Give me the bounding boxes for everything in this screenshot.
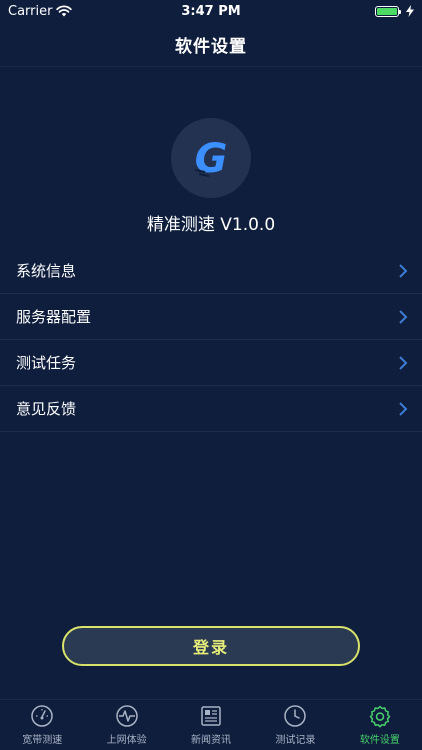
tab-label: 宽带测速 — [22, 735, 63, 746]
chevron-right-icon — [399, 309, 408, 324]
menu-item-label: 服务器配置 — [16, 308, 92, 326]
charging-icon — [406, 5, 414, 17]
tab-label: 测试记录 — [275, 735, 316, 746]
chevron-right-icon — [399, 401, 408, 416]
chevron-right-icon — [399, 263, 408, 278]
app-logo-icon: G — [195, 136, 228, 180]
carrier-label: Carrier — [8, 3, 53, 19]
battery-icon — [375, 5, 401, 17]
status-right — [375, 5, 414, 17]
tab-test-records[interactable]: 测试记录 — [253, 700, 337, 750]
tab-software-settings[interactable]: 软件设置 — [338, 700, 422, 750]
tab-bar: 宽带测速 上网体验 新闻资讯 测试记录 软件设置 — [0, 699, 422, 750]
clock-icon — [284, 705, 307, 727]
status-left: Carrier — [8, 3, 73, 19]
menu-item-label: 系统信息 — [16, 262, 77, 280]
login-button[interactable]: 登录 — [62, 626, 360, 666]
speedometer-icon — [31, 705, 53, 727]
app-name-version: 精准测速 V1.0.0 — [146, 215, 276, 235]
tab-news[interactable]: 新闻资讯 — [169, 700, 253, 750]
wifi-icon — [56, 5, 73, 17]
app-logo: G — [171, 118, 251, 198]
app-info: G 精准测速 V1.0.0 — [0, 118, 422, 235]
menu-item-system-info[interactable]: 系统信息 — [0, 248, 422, 294]
pulse-icon — [115, 705, 138, 727]
menu-item-server-config[interactable]: 服务器配置 — [0, 294, 422, 340]
menu-item-label: 意见反馈 — [16, 400, 77, 418]
tab-label: 上网体验 — [106, 735, 147, 746]
tab-label: 软件设置 — [359, 735, 400, 746]
page-title: 软件设置 — [175, 36, 247, 57]
tab-label: 新闻资讯 — [191, 735, 232, 746]
menu-item-label: 测试任务 — [16, 354, 77, 372]
tab-broadband-speed[interactable]: 宽带测速 — [0, 700, 84, 750]
status-bar: Carrier 3:47 PM — [0, 0, 422, 22]
gear-icon — [369, 705, 391, 728]
newspaper-icon — [201, 706, 221, 726]
menu-item-feedback[interactable]: 意见反馈 — [0, 386, 422, 432]
chevron-right-icon — [399, 355, 408, 370]
settings-menu: 系统信息 服务器配置 测试任务 意见反馈 — [0, 248, 422, 432]
nav-bar: 软件设置 — [0, 22, 422, 67]
screen: Carrier 3:47 PM 软件设置 G 精准测速 V1.0.0 系统信息 … — [0, 0, 422, 750]
menu-item-test-tasks[interactable]: 测试任务 — [0, 340, 422, 386]
tab-web-experience[interactable]: 上网体验 — [84, 700, 168, 750]
